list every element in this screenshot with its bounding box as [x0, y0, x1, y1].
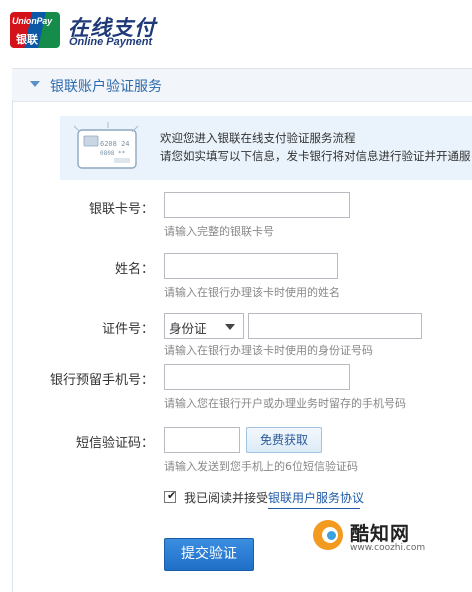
agree-text: 我已阅读并接受	[184, 491, 269, 505]
phone-input[interactable]	[164, 364, 350, 390]
link-underline	[268, 508, 360, 509]
dropdown-arrow-icon	[225, 324, 235, 330]
id-type-value: 身份证	[169, 321, 207, 336]
sms-code-label: 短信验证码：	[75, 436, 154, 451]
name-input[interactable]	[164, 253, 338, 279]
watermark-name: 酷知网	[350, 523, 411, 545]
card-number-hint: 请输入完整的银联卡号	[164, 225, 274, 238]
card-sub-text: 0808 **	[100, 150, 126, 157]
bank-card-icon: 6208 24 0808 **	[73, 122, 139, 169]
name-label: 姓名：	[114, 262, 154, 277]
get-sms-code-button[interactable]: 免费获取	[246, 427, 322, 453]
unionpay-logo: UnionPay 银联	[10, 12, 60, 48]
watermark-logo-dot	[327, 531, 336, 540]
id-number-input[interactable]	[248, 313, 422, 339]
section-header[interactable]: 银联账户验证服务	[12, 68, 472, 102]
welcome-line-2: 请您如实填写以下信息，发卡银行将对信息进行验证并开通服	[160, 149, 471, 163]
service-agreement-link[interactable]: 银联用户服务协议	[268, 491, 364, 505]
phone-label: 银行预留手机号：	[49, 373, 154, 388]
id-number-label: 证件号：	[101, 322, 154, 337]
sms-code-hint: 请输入发送到您手机上的6位短信验证码	[164, 460, 358, 473]
phone-hint: 请输入您在银行开户或办理业务时留存的手机号码	[164, 397, 406, 410]
chevron-down-icon[interactable]	[30, 81, 40, 87]
welcome-line-1: 欢迎您进入银联在线支付验证服务流程	[160, 131, 356, 145]
id-type-select[interactable]: 身份证	[164, 313, 244, 339]
agree-label: 我已阅读并接受银联用户服务协议	[184, 489, 364, 506]
checkmark-icon: ✔	[167, 489, 177, 502]
sms-code-input[interactable]	[164, 427, 240, 453]
watermark-url: www.coozhi.com	[350, 543, 426, 553]
card-number-label: 银联卡号：	[88, 202, 154, 217]
submit-button[interactable]: 提交验证	[164, 538, 254, 571]
card-number-text: 6208 24	[100, 140, 130, 148]
section-title: 银联账户验证服务	[50, 79, 162, 95]
page-subtitle: Online Payment	[69, 36, 153, 48]
agree-checkbox[interactable]: ✔	[164, 489, 177, 503]
panel-border	[12, 100, 13, 592]
card-number-input[interactable]	[164, 192, 350, 218]
id-number-hint: 请输入在银行办理该卡时使用的身份证号码	[164, 344, 373, 357]
logo-text-en: UnionPay	[12, 16, 52, 26]
name-hint: 请输入在银行办理该卡时使用的姓名	[164, 286, 340, 299]
logo-text-cn: 银联	[16, 33, 38, 46]
